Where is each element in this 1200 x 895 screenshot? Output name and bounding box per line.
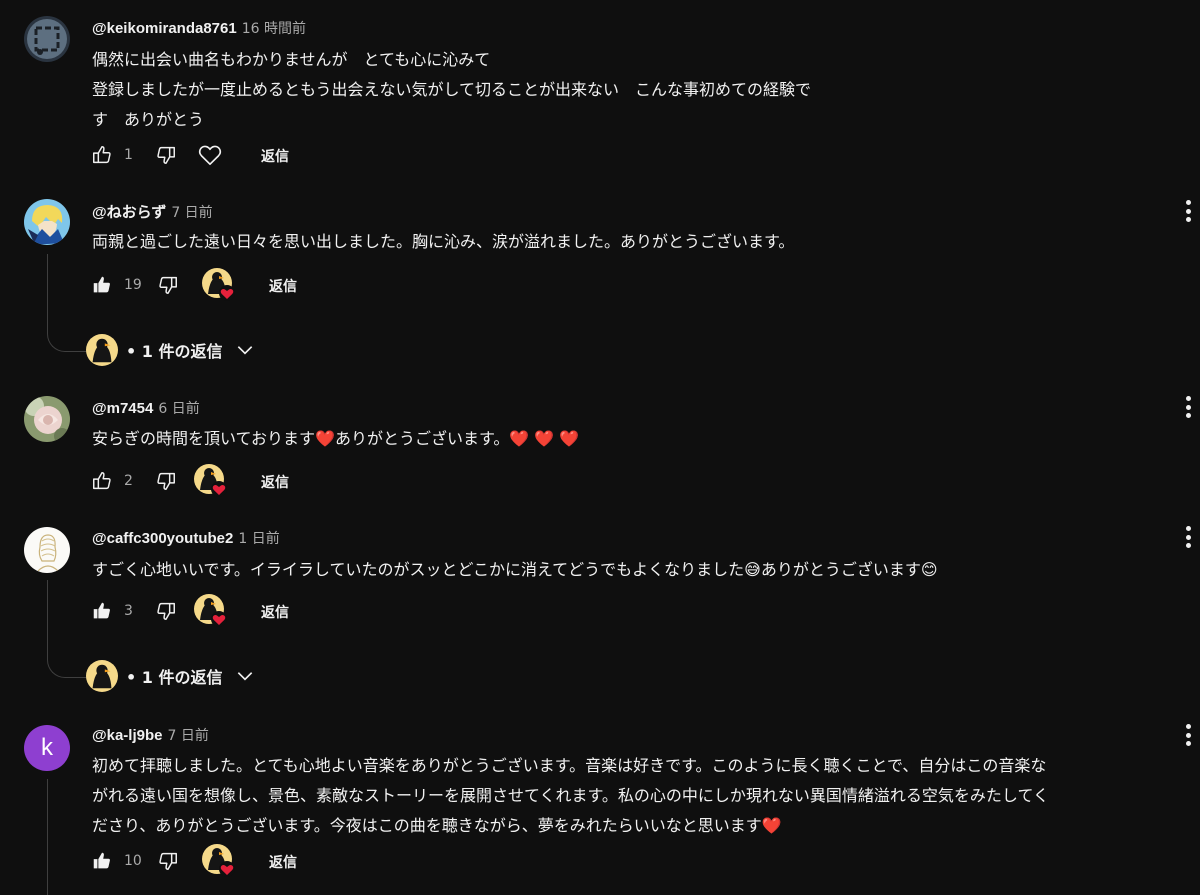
comment-menu-button[interactable]	[1180, 393, 1196, 421]
comment-text: 初めて拝聴しました。とても心地よい音楽をありがとうございます。音楽は好きです。こ…	[92, 756, 1049, 835]
comment-header: @ka-lj9be 7 日前	[92, 725, 209, 745]
comment-author[interactable]: @ねおらず	[92, 204, 166, 221]
user-avatar[interactable]	[24, 527, 70, 573]
comment-author[interactable]: @caffc300youtube2	[92, 530, 233, 547]
dislike-button[interactable]	[154, 599, 178, 623]
comment-timestamp[interactable]: 7 日前	[171, 205, 212, 221]
comment-text: 安らぎの時間を頂いております❤️ありがとうございます。❤️ ❤️ ❤️	[92, 429, 580, 448]
comment-action-bar: 3 返信	[90, 594, 390, 628]
view-replies-button[interactable]: • 1 件の返信	[86, 333, 255, 367]
creator-heart-badge[interactable]	[194, 594, 228, 628]
comment-author[interactable]: @keikomiranda8761	[92, 20, 237, 37]
reply-button[interactable]: 返信	[261, 146, 289, 166]
thread-connector	[47, 332, 87, 352]
comment-text: すごく心地いいです。イライラしていたのがスッとどこかに消えてどうでもよくなりまし…	[92, 560, 938, 579]
thumbs-up-filled-icon	[93, 276, 110, 293]
comment-timestamp[interactable]: 1 日前	[238, 531, 279, 547]
thumbs-up-filled-icon	[93, 852, 110, 869]
user-avatar[interactable]	[24, 396, 70, 442]
comment-action-bar: 2 返信	[90, 464, 390, 498]
like-count: 10	[124, 853, 142, 869]
comment-header: @ねおらず 7 日前	[92, 201, 213, 222]
comment-menu-button[interactable]	[1180, 721, 1196, 749]
user-avatar[interactable]	[24, 16, 70, 62]
thread-line	[47, 779, 48, 895]
comment-text: 両親と過ごした遠い日々を思い出しました。胸に沁み、涙が溢れました。ありがとうござ…	[92, 232, 795, 251]
comment-menu-button[interactable]	[1180, 523, 1196, 551]
reply-avatar	[86, 660, 118, 692]
thumbs-down-icon	[159, 276, 177, 294]
dislike-button[interactable]	[156, 849, 180, 873]
like-button[interactable]	[90, 143, 114, 167]
like-button[interactable]	[90, 273, 114, 297]
thumbs-down-icon	[157, 472, 175, 490]
comment-author[interactable]: @ka-lj9be	[92, 727, 163, 744]
thumbs-down-icon	[159, 852, 177, 870]
reply-button[interactable]: 返信	[261, 472, 289, 492]
dislike-button[interactable]	[154, 143, 178, 167]
comment-timestamp[interactable]: 7 日前	[168, 728, 209, 744]
dislike-button[interactable]	[156, 273, 180, 297]
reply-avatar	[86, 334, 118, 366]
avatar-letter: k	[41, 734, 53, 761]
comment-header: @caffc300youtube2 1 日前	[92, 528, 280, 548]
comment-timestamp[interactable]: 6 日前	[158, 401, 199, 417]
like-button[interactable]	[90, 849, 114, 873]
chevron-down-icon	[237, 672, 252, 681]
chevron-down-icon	[237, 346, 252, 355]
like-button[interactable]	[90, 599, 114, 623]
heart-outline-icon	[198, 145, 222, 166]
thumbs-up-icon	[93, 472, 111, 490]
comment-action-bar: 10 返信	[90, 844, 390, 878]
comment-action-bar: 19 返信	[90, 268, 390, 302]
like-count: 19	[124, 277, 142, 293]
thread-line	[47, 580, 48, 660]
comment-text: 偶然に出会い曲名もわかりませんが とても心に沁みて 登録しましたが一度止めるとも…	[92, 50, 812, 129]
thumbs-down-icon	[157, 146, 175, 164]
reply-count: • 1 件の返信	[126, 668, 223, 687]
thumbs-up-icon	[93, 146, 111, 164]
thumbs-down-icon	[157, 602, 175, 620]
user-avatar[interactable]: k	[24, 725, 70, 771]
thumbs-up-filled-icon	[93, 602, 110, 619]
comment-action-bar: 1 返信	[90, 141, 390, 169]
reply-count: • 1 件の返信	[126, 342, 223, 361]
reply-button[interactable]: 返信	[269, 852, 297, 872]
comment-header: @keikomiranda8761 16 時間前	[92, 18, 306, 38]
comment-menu-button[interactable]	[1180, 197, 1196, 225]
like-count: 3	[124, 603, 133, 619]
like-count: 1	[124, 147, 133, 163]
user-avatar[interactable]	[24, 199, 70, 245]
thread-line	[47, 254, 48, 334]
view-replies-button[interactable]: • 1 件の返信	[86, 659, 255, 693]
comment-timestamp[interactable]: 16 時間前	[242, 21, 306, 37]
comment-header: @m7454 6 日前	[92, 398, 200, 418]
thread-connector	[47, 658, 87, 678]
comment-author[interactable]: @m7454	[92, 400, 153, 417]
reply-button[interactable]: 返信	[261, 602, 289, 622]
heart-button[interactable]	[196, 141, 224, 169]
like-button[interactable]	[90, 469, 114, 493]
dislike-button[interactable]	[154, 469, 178, 493]
creator-heart-badge[interactable]	[202, 844, 236, 878]
creator-heart-badge[interactable]	[202, 268, 236, 302]
reply-button[interactable]: 返信	[269, 276, 297, 296]
creator-heart-badge[interactable]	[194, 464, 228, 498]
like-count: 2	[124, 473, 133, 489]
